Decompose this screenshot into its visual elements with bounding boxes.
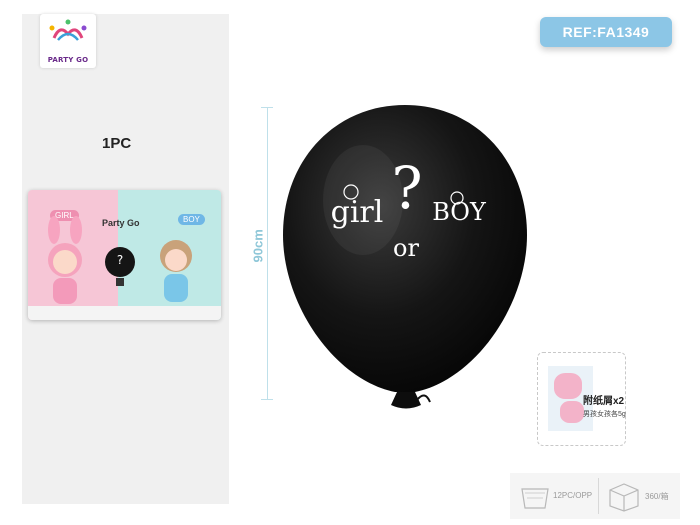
confetti-note: 男孩女孩各5g bbox=[583, 411, 626, 418]
brand-logo: PARTY GO bbox=[40, 14, 96, 68]
logo-text: PARTY GO bbox=[47, 56, 89, 64]
bag-icon bbox=[521, 488, 549, 509]
spec-divider bbox=[598, 478, 599, 514]
logo-mark-icon bbox=[49, 19, 87, 41]
box-icon bbox=[609, 483, 639, 512]
svg-text:?: ? bbox=[117, 253, 123, 267]
package-image: GIRL BOY Party Go ? bbox=[28, 190, 221, 320]
spec-pack-text: 12PC/OPP bbox=[553, 491, 593, 500]
dimension-cap-bottom bbox=[261, 399, 273, 400]
dimension-label: 90cm bbox=[250, 229, 266, 263]
confetti-pink-piece bbox=[554, 373, 582, 399]
balloon-question-mark: ? bbox=[391, 154, 422, 222]
confetti-pink-piece bbox=[560, 401, 584, 423]
dimension-line bbox=[267, 107, 268, 399]
balloon-image: ? girl BOY or bbox=[283, 105, 527, 409]
balloon-word-girl: girl bbox=[331, 195, 384, 230]
spec-carton-text: 360/箱 bbox=[645, 492, 669, 501]
package-illustration-icon: ? bbox=[48, 216, 192, 304]
balloon-word-boy: BOY bbox=[432, 198, 487, 226]
balloon-word-or: or bbox=[393, 234, 419, 262]
reference-badge: REF:FA1349 bbox=[540, 17, 672, 47]
quantity-label: 1PC bbox=[102, 135, 132, 152]
confetti-label: 附纸屑x2 bbox=[583, 396, 625, 407]
